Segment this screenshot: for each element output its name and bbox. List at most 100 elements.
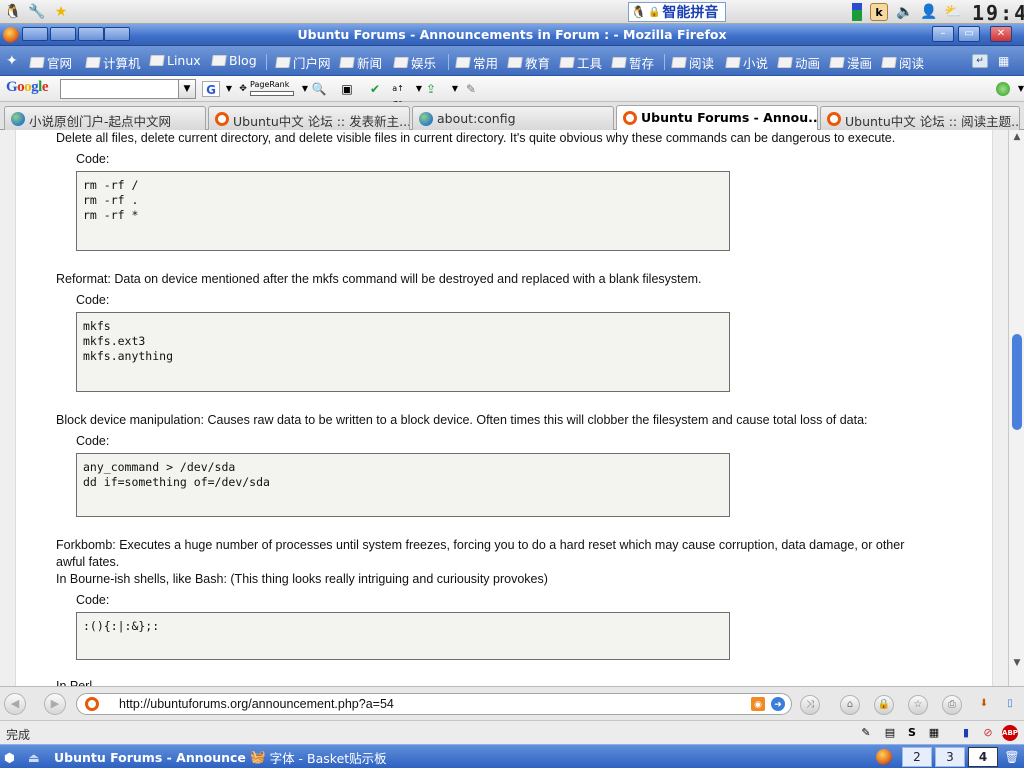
scrollbar-thumb[interactable]: [1012, 334, 1022, 430]
chevron-down-icon[interactable]: ▼: [1012, 81, 1024, 97]
page-content: Delete all files, delete current directo…: [0, 130, 1024, 686]
send-to-icon[interactable]: ⇪: [422, 81, 440, 97]
bookmark-folder[interactable]: 新闻: [339, 53, 382, 72]
tux-icon[interactable]: 🐧: [4, 3, 22, 21]
bookmarks-overflow-icon[interactable]: ↵: [972, 54, 988, 68]
bookmark-folder[interactable]: 娱乐: [393, 53, 436, 72]
grid-menu-icon[interactable]: ▦: [998, 53, 1014, 69]
bookmarks-toolbar: ✦ 官网 计算机 Linux Blog 门户网 新闻 娱乐 常用 教育 工具 暂…: [0, 46, 1024, 76]
tab-label: about:config: [437, 111, 516, 126]
maximize-button[interactable]: ▭: [958, 26, 980, 42]
volume-icon[interactable]: 🔈: [896, 3, 914, 21]
url-field[interactable]: http://ubuntuforums.org/announcement.php…: [76, 693, 792, 715]
star-icon[interactable]: ★: [52, 3, 70, 21]
image-icon[interactable]: ▣: [338, 81, 356, 97]
go-icon[interactable]: ➜: [771, 697, 785, 711]
tab[interactable]: Ubuntu中文 论坛 :: 阅读主题...: [820, 106, 1020, 130]
edit-icon[interactable]: ✎: [858, 725, 874, 741]
bookmark-folder[interactable]: 计算机: [85, 53, 141, 72]
scroll-down-icon[interactable]: ▼: [1011, 658, 1023, 670]
vertical-scrollbar[interactable]: ▲ ▼: [1008, 130, 1024, 686]
k-icon[interactable]: k: [870, 3, 888, 21]
google-search-input[interactable]: [60, 79, 184, 99]
trash-icon[interactable]: 🗑: [1002, 747, 1022, 767]
eject-icon[interactable]: ⏏: [28, 747, 42, 767]
chevron-down-icon[interactable]: ▼: [178, 79, 196, 99]
google-logo-letter: e: [41, 79, 49, 95]
star-icon[interactable]: ☆: [908, 695, 928, 715]
pagerank-indicator[interactable]: PageRank: [250, 80, 296, 98]
home-icon[interactable]: ⌂: [840, 695, 860, 715]
film-icon[interactable]: ▮: [958, 725, 974, 741]
folder-icon: [881, 57, 897, 68]
close-button[interactable]: ✕: [990, 26, 1012, 42]
back-button[interactable]: ◀: [4, 693, 26, 715]
tab[interactable]: about:config: [412, 106, 614, 130]
translate-icon[interactable]: a↑ 7ā: [386, 81, 410, 109]
firefox-icon[interactable]: [868, 747, 900, 767]
left-gutter: [0, 130, 16, 686]
code-block[interactable]: rm -rf / rm -rf . rm -rf *: [76, 171, 730, 251]
system-monitor-icon[interactable]: [852, 3, 862, 21]
workspace-button[interactable]: 3: [935, 747, 965, 767]
folder-icon: [725, 57, 741, 68]
block-icon[interactable]: ⊘: [980, 725, 996, 741]
bookmark-folder[interactable]: 动画: [777, 53, 820, 72]
bookmark-folder[interactable]: 官网: [29, 53, 72, 72]
workspace-button[interactable]: 2: [902, 747, 932, 767]
shuffle-icon[interactable]: ⤨: [800, 695, 820, 715]
highlighter-icon[interactable]: ✎: [462, 81, 480, 97]
tab-label: Ubuntu中文 论坛 :: 阅读主题...: [845, 114, 1020, 129]
bookmark-star-icon[interactable]: ✦: [6, 53, 18, 69]
tab[interactable]: 小说原创门户-起点中文网: [4, 106, 206, 130]
spellcheck-icon[interactable]: ✔: [366, 81, 384, 97]
workspace-button-active[interactable]: 4: [968, 747, 998, 767]
code-block[interactable]: :(){:|:&};:: [76, 612, 730, 660]
code-line: any_command > /dev/sda: [83, 460, 236, 474]
bookmark-label: 工具: [577, 56, 603, 71]
bookmark-folder[interactable]: 阅读: [881, 53, 924, 72]
wrench-icon[interactable]: 🔧: [28, 3, 46, 21]
paragraph-bourne-shells: In Bourne-ish shells, like Bash: (This t…: [56, 572, 548, 586]
taskbar-item-basket[interactable]: 🧺 字体 - Basket贴示板: [250, 747, 420, 767]
download-icon[interactable]: ⬇: [974, 695, 994, 715]
tab[interactable]: Ubuntu中文 论坛 :: 发表新主...: [208, 106, 410, 130]
bookmark-folder[interactable]: 暂存: [611, 53, 654, 72]
code-block[interactable]: mkfs mkfs.ext3 mkfs.anything: [76, 312, 730, 392]
bookmark-folder[interactable]: 阅读: [671, 53, 714, 72]
bookmark-folder[interactable]: 漫画: [829, 53, 872, 72]
taskbar-item-firefox[interactable]: Ubuntu Forums - Announcements in Forum: [50, 747, 246, 767]
bookmark-folder[interactable]: Blog: [211, 53, 257, 68]
google-search-button[interactable]: G: [202, 81, 220, 97]
scroll-up-icon[interactable]: ▲: [1011, 132, 1023, 144]
sidebar-icon[interactable]: ▯: [1000, 695, 1020, 715]
code-block[interactable]: any_command > /dev/sda dd if=something o…: [76, 453, 730, 517]
tab-active[interactable]: Ubuntu Forums - Annou...: [616, 105, 818, 130]
bookmark-folder[interactable]: 小说: [725, 53, 768, 72]
minimize-button[interactable]: –: [932, 26, 954, 42]
rss-icon[interactable]: ◉: [751, 697, 765, 711]
weather-icon[interactable]: ⛅: [944, 3, 962, 21]
show-desktop-icon[interactable]: ⬢: [4, 747, 20, 767]
search-icon[interactable]: 🔍: [310, 81, 328, 97]
bookmark-folder[interactable]: 工具: [559, 53, 603, 72]
calendar-icon[interactable]: ▦: [926, 725, 942, 741]
bookmark-folder[interactable]: Linux: [149, 53, 201, 68]
bookmark-folder[interactable]: 门户网: [275, 53, 331, 72]
ime-indicator[interactable]: 🐧 🔒 智能拼音: [628, 2, 726, 22]
print-icon[interactable]: ⎙: [942, 695, 962, 715]
lock-icon: 🔒: [647, 6, 661, 18]
forward-button[interactable]: ▶: [44, 693, 66, 715]
window-titlebar: Ubuntu Forums - Announcements in Forum :…: [0, 24, 1024, 46]
lock-icon[interactable]: 🔒: [874, 695, 894, 715]
code-label: Code:: [76, 593, 110, 607]
bookmark-folder[interactable]: 教育: [507, 53, 551, 72]
notes-icon[interactable]: ▤: [882, 725, 898, 741]
bookmark-label: 教育: [525, 56, 551, 71]
status-light-icon[interactable]: [996, 82, 1010, 96]
s-icon[interactable]: S: [904, 725, 920, 741]
adblock-icon[interactable]: ABP: [1002, 725, 1018, 741]
notification-icon[interactable]: 👤: [920, 3, 938, 21]
bookmark-folder[interactable]: 常用: [455, 53, 498, 72]
google-logo[interactable]: Google: [6, 79, 49, 96]
